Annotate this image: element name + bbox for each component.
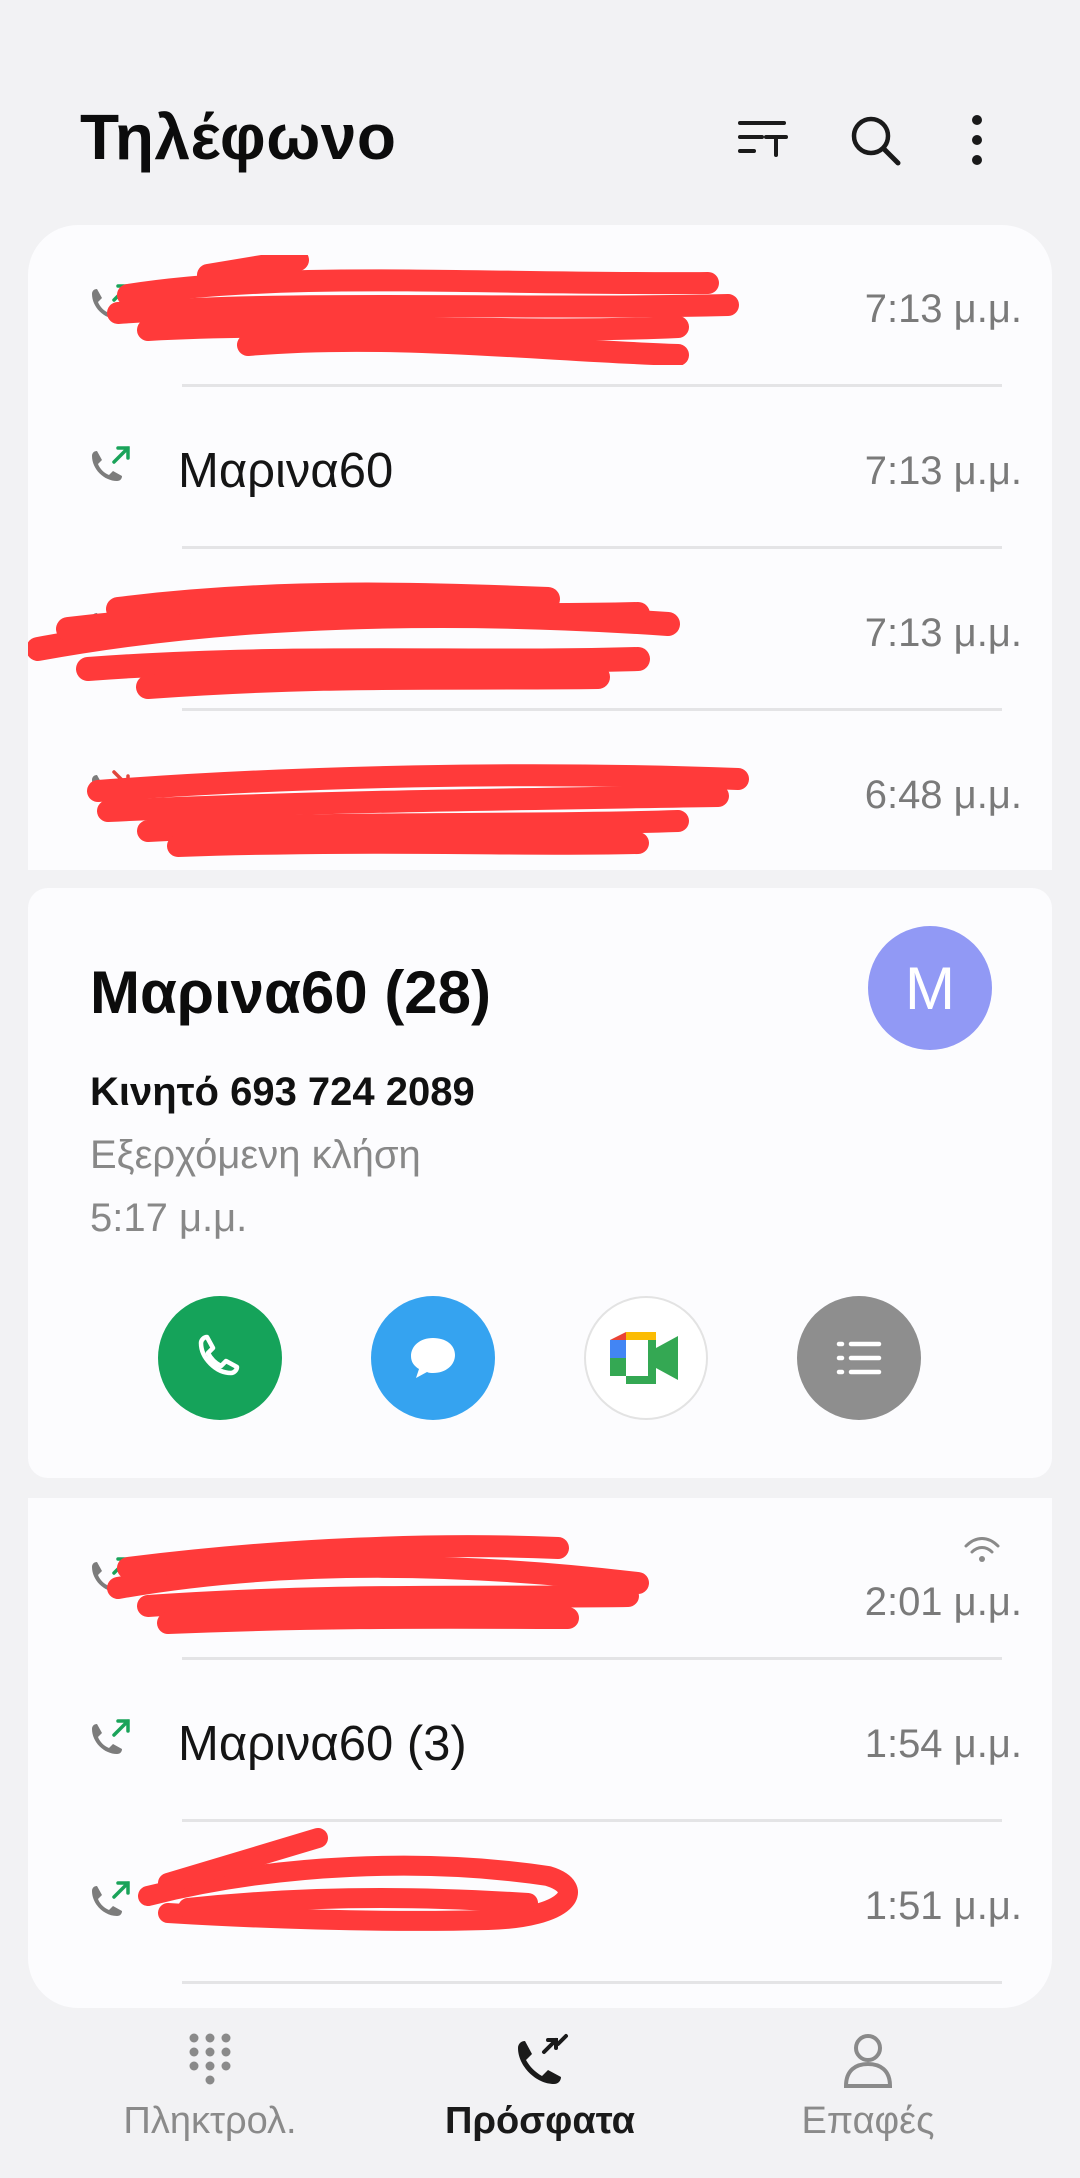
- contact-name: Μαρινα60: [178, 444, 394, 498]
- call-time: 7:13 μ.μ.: [864, 611, 1022, 655]
- outgoing-call-icon: [92, 1881, 130, 1916]
- call-time: 7:13 μ.μ.: [864, 449, 1022, 493]
- search-icon[interactable]: [840, 105, 910, 175]
- call-details-button[interactable]: [797, 1296, 921, 1420]
- redaction-scribble: [138, 1828, 578, 1931]
- phone-icon: [198, 1334, 240, 1376]
- wifi-calling-icon: [964, 1537, 1000, 1562]
- detail-phone-number: Κινητό 693 724 2089: [90, 1070, 475, 1114]
- voice-call-button[interactable]: [158, 1296, 282, 1420]
- call-time: 2:01 μ.μ.: [864, 1580, 1022, 1624]
- page-title: Τηλέφωνο: [80, 101, 397, 173]
- recents-icon: [510, 2030, 570, 2090]
- app-header: Τηλέφωνο: [0, 0, 1080, 225]
- meet-icon: [610, 1332, 678, 1384]
- person-icon: [838, 2030, 898, 2090]
- missed-call-icon: [92, 770, 130, 805]
- tab-recents-label: Πρόσφατα: [445, 2100, 635, 2142]
- row-divider: [182, 1981, 1002, 1984]
- outgoing-call-icon: [92, 446, 130, 481]
- call-log-row[interactable]: 1:51 μ.μ.: [28, 1822, 1052, 1984]
- tab-recents[interactable]: Πρόσφατα: [410, 2030, 670, 2170]
- detail-call-time: 5:17 μ.μ.: [90, 1196, 248, 1240]
- call-log-row[interactable]: 7:13 μ.μ.: [28, 549, 1052, 711]
- tab-contacts[interactable]: Επαφές: [738, 2030, 998, 2170]
- call-time: 1:51 μ.μ.: [864, 1884, 1022, 1928]
- outgoing-call-icon: [92, 284, 130, 319]
- recent-calls-list-top: 7:13 μ.μ. Μαρινα60 7:13 μ.μ. 7:13 μ.μ. 6…: [28, 225, 1052, 870]
- filter-icon[interactable]: [728, 105, 798, 175]
- message-button[interactable]: [371, 1296, 495, 1420]
- call-log-row[interactable]: Μαρινα60 (3) 1:54 μ.μ.: [28, 1660, 1052, 1822]
- outgoing-call-icon: [92, 1557, 130, 1592]
- redaction-scribble: [87, 764, 749, 857]
- tab-keypad[interactable]: Πληκτρολ.: [80, 2030, 340, 2170]
- call-time: 6:48 μ.μ.: [864, 773, 1022, 817]
- chat-bubble-icon: [411, 1338, 455, 1378]
- bottom-navigation: Πληκτρολ. Πρόσφατα Επαφές: [0, 2020, 1080, 2178]
- detail-contact-name: Μαρινα60 (28): [90, 959, 492, 1026]
- keypad-icon: [180, 2030, 240, 2090]
- outgoing-call-icon: [92, 1719, 130, 1754]
- contact-name: Μαρινα60 (3): [178, 1717, 467, 1771]
- call-detail-card: Μαρινα60 (28) M Κινητό 693 724 2089 Εξερ…: [28, 888, 1052, 1478]
- recent-calls-list-bottom: 2:01 μ.μ. Μαρινα60 (3) 1:54 μ.μ. 1:51 μ.…: [28, 1498, 1052, 2008]
- tab-keypad-label: Πληκτρολ.: [123, 2100, 297, 2142]
- call-log-row[interactable]: 6:48 μ.μ.: [28, 711, 1052, 873]
- call-log-row[interactable]: 7:13 μ.μ.: [28, 225, 1052, 387]
- detail-call-type: Εξερχόμενη κλήση: [90, 1133, 421, 1177]
- avatar-letter: M: [905, 954, 955, 1022]
- list-icon: [836, 1341, 882, 1375]
- outgoing-call-icon: [92, 608, 130, 643]
- call-time: 1:54 μ.μ.: [864, 1722, 1022, 1766]
- avatar[interactable]: M: [868, 926, 992, 1050]
- phone-app: Τηλέφωνο 7:13 μ.μ. Μαρινα60 7:13 μ.μ. 7:…: [0, 0, 1080, 2178]
- call-log-row[interactable]: 2:01 μ.μ.: [28, 1498, 1052, 1660]
- redaction-scribble: [107, 255, 739, 365]
- tab-contacts-label: Επαφές: [801, 2100, 935, 2142]
- more-options-icon[interactable]: [942, 105, 1012, 175]
- video-call-button[interactable]: [584, 1296, 708, 1420]
- call-log-row[interactable]: Μαρινα60 7:13 μ.μ.: [28, 387, 1052, 549]
- redaction-scribble: [107, 1535, 649, 1634]
- call-time: 7:13 μ.μ.: [864, 287, 1022, 331]
